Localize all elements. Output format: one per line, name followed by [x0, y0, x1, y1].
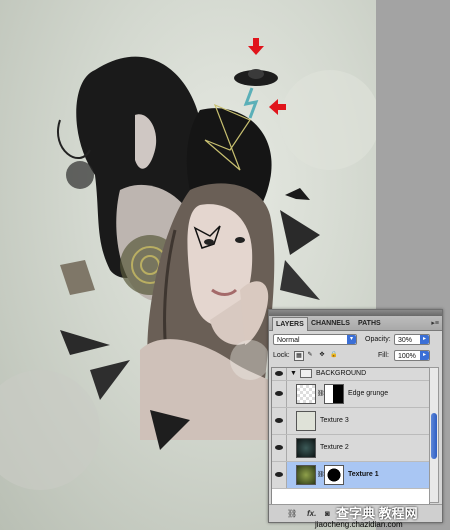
layer-edge-grunge[interactable]: ⛓ Edge grunge — [272, 381, 429, 408]
chevron-right-icon: ▸ — [420, 351, 429, 360]
fill-label: Fill: — [378, 352, 389, 359]
lock-move-icon[interactable]: ✥ — [318, 351, 326, 359]
layer-mask-thumbnail[interactable] — [324, 384, 344, 404]
layer-thumbnail — [296, 411, 316, 431]
visibility-eye-icon[interactable] — [272, 462, 287, 488]
blend-mode-select[interactable]: Normal ▾ — [273, 334, 357, 345]
layer-thumbnail — [296, 465, 316, 485]
layer-name: Texture 1 — [348, 471, 379, 478]
layer-name: Texture 2 — [320, 444, 349, 451]
lock-transparent-icon[interactable]: ▦ — [294, 351, 304, 361]
layer-texture-1[interactable]: ⛓ Texture 1 — [272, 462, 429, 489]
tab-layers[interactable]: LAYERS — [272, 317, 308, 331]
visibility-eye-icon[interactable] — [272, 408, 287, 434]
visibility-eye-icon[interactable] — [272, 368, 287, 380]
tab-paths[interactable]: PATHS — [355, 318, 384, 329]
layer-texture-3[interactable]: Texture 3 — [272, 408, 429, 435]
mask-icon[interactable]: ◙ — [325, 509, 330, 518]
layer-name: Edge grunge — [348, 390, 389, 397]
layer-mask-thumbnail[interactable] — [324, 465, 344, 485]
layers-panel[interactable]: LAYERS CHANNELS PATHS ▸≡ Normal ▾ Opacit… — [268, 309, 443, 523]
layer-list[interactable]: ▼ BACKGROUND ⛓ Edge grunge Texture 3 Tex… — [271, 367, 430, 505]
fx-icon[interactable]: fx. — [307, 509, 316, 518]
layer-name: BACKGROUND — [316, 370, 367, 377]
layer-group-background[interactable]: ▼ BACKGROUND — [272, 368, 429, 381]
layers-scrollbar[interactable] — [429, 367, 439, 503]
layer-name: Texture 3 — [320, 417, 349, 424]
panel-tabs: LAYERS CHANNELS PATHS ▸≡ — [269, 316, 442, 331]
lock-row: Lock: ▦ ✎ ✥ 🔒 Fill: 100% ▸ — [273, 350, 438, 364]
opacity-label: Opacity: — [365, 336, 391, 343]
fill-value: 100% — [398, 353, 416, 360]
blend-mode-value: Normal — [277, 337, 300, 344]
folder-icon — [300, 369, 312, 378]
panel-menu-icon[interactable]: ▸≡ — [431, 319, 439, 327]
link-icon[interactable]: ⛓ — [287, 509, 297, 518]
lock-label: Lock: — [273, 352, 290, 359]
scrollbar-thumb[interactable] — [431, 413, 437, 459]
opacity-field[interactable]: 30% ▸ — [394, 334, 430, 345]
disclosure-triangle-icon[interactable]: ▼ — [290, 370, 297, 377]
chevron-down-icon: ▸ — [420, 335, 429, 344]
visibility-eye-icon[interactable] — [272, 435, 287, 461]
watermark-url: jiaocheng.chazidian.com — [315, 520, 403, 529]
layer-thumbnail — [296, 384, 316, 404]
visibility-eye-icon[interactable] — [272, 381, 287, 407]
layer-thumbnail — [296, 438, 316, 458]
blend-row: Normal ▾ Opacity: 30% ▸ — [273, 333, 438, 347]
lock-brush-icon[interactable]: ✎ — [306, 351, 314, 359]
opacity-value: 30% — [398, 337, 413, 344]
tab-channels[interactable]: CHANNELS — [308, 318, 353, 329]
lock-all-icon[interactable]: 🔒 — [330, 351, 338, 359]
chevron-down-icon: ▾ — [347, 335, 356, 344]
layer-texture-2[interactable]: Texture 2 — [272, 435, 429, 462]
fill-field[interactable]: 100% ▸ — [394, 350, 430, 361]
